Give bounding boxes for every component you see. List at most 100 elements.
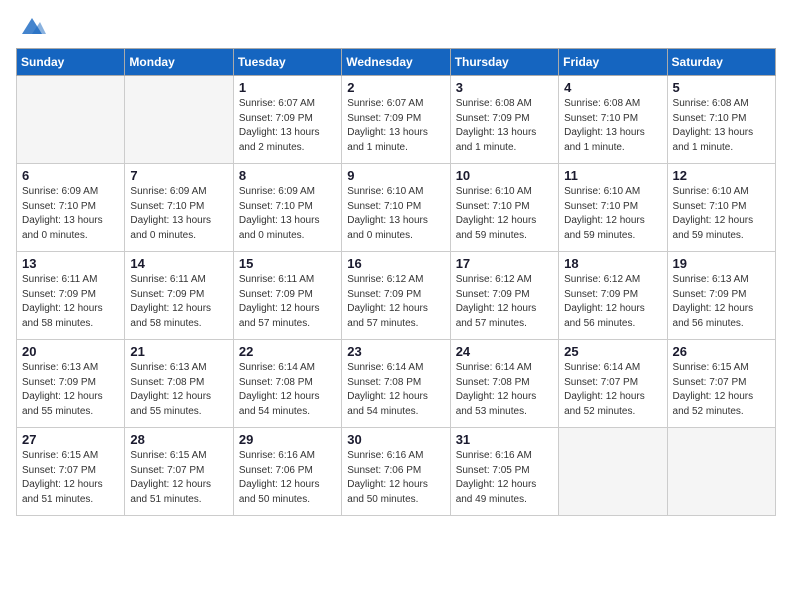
day-number: 3: [456, 80, 553, 95]
day-number: 15: [239, 256, 336, 271]
day-info: Sunrise: 6:08 AM Sunset: 7:09 PM Dayligh…: [456, 97, 553, 155]
day-info: Sunrise: 6:16 AM Sunset: 7:05 PM Dayligh…: [456, 449, 553, 507]
day-info: Sunrise: 6:15 AM Sunset: 7:07 PM Dayligh…: [22, 449, 119, 507]
day-number: 28: [130, 432, 227, 447]
day-info: Sunrise: 6:14 AM Sunset: 7:08 PM Dayligh…: [239, 361, 336, 419]
day-info: Sunrise: 6:14 AM Sunset: 7:08 PM Dayligh…: [347, 361, 444, 419]
day-number: 26: [673, 344, 770, 359]
calendar-cell: 20Sunrise: 6:13 AM Sunset: 7:09 PM Dayli…: [17, 340, 125, 428]
calendar-cell: 6 Sunrise: 6:09 AM Sunset: 7:10 PM Daylig…: [17, 164, 125, 252]
weekday-header-wednesday: Wednesday: [342, 49, 450, 76]
day-info: Sunrise: 6:11 AM Sunset: 7:09 PM Dayligh…: [22, 273, 119, 331]
calendar-cell: 28 Sunrise: 6:15 AM Sunset: 7:07 PM Dayli…: [125, 428, 233, 516]
calendar-cell: 13 Sunrise: 6:11 AM Sunset: 7:09 PM Dayli…: [17, 252, 125, 340]
day-info: Sunrise: 6:13 AM Sunset: 7:08 PM Dayligh…: [130, 361, 227, 419]
day-info: Sunrise: 6:08 AM Sunset: 7:10 PM Dayligh…: [673, 97, 770, 155]
calendar-cell: 29 Sunrise: 6:16 AM Sunset: 7:06 PM Dayli…: [233, 428, 341, 516]
calendar-cell: 25 Sunrise: 6:14 AM Sunset: 7:07 PM Dayli…: [559, 340, 667, 428]
day-number: 2: [347, 80, 444, 95]
day-number: 5: [673, 80, 770, 95]
day-number: 7: [130, 168, 227, 183]
day-info: Sunrise: 6:14 AM Sunset: 7:07 PM Dayligh…: [564, 361, 661, 419]
day-info: Sunrise: 6:11 AM Sunset: 7:09 PM Dayligh…: [239, 273, 336, 331]
day-number: 24: [456, 344, 553, 359]
weekday-header-monday: Monday: [125, 49, 233, 76]
day-info: Sunrise: 6:11 AM Sunset: 7:09 PM Dayligh…: [130, 273, 227, 331]
weekday-header-sunday: Sunday: [17, 49, 125, 76]
calendar-cell: 11 Sunrise: 6:10 AM Sunset: 7:10 PM Dayli…: [559, 164, 667, 252]
day-number: 11: [564, 168, 661, 183]
calendar-cell: 4 Sunrise: 6:08 AM Sunset: 7:10 PM Daylig…: [559, 76, 667, 164]
calendar-cell: 8 Sunrise: 6:09 AM Sunset: 7:10 PM Daylig…: [233, 164, 341, 252]
calendar-table: SundayMondayTuesdayWednesdayThursdayFrid…: [16, 48, 776, 516]
day-info: Sunrise: 6:15 AM Sunset: 7:07 PM Dayligh…: [130, 449, 227, 507]
calendar-cell: 19 Sunrise: 6:13 AM Sunset: 7:09 PM Dayli…: [667, 252, 775, 340]
day-number: 13: [22, 256, 119, 271]
calendar-cell: 12 Sunrise: 6:10 AM Sunset: 7:10 PM Dayli…: [667, 164, 775, 252]
page-header: [16, 16, 776, 36]
calendar-cell: 17 Sunrise: 6:12 AM Sunset: 7:09 PM Dayli…: [450, 252, 558, 340]
day-number: 29: [239, 432, 336, 447]
day-number: 9: [347, 168, 444, 183]
day-info: Sunrise: 6:12 AM Sunset: 7:09 PM Dayligh…: [347, 273, 444, 331]
day-info: Sunrise: 6:12 AM Sunset: 7:09 PM Dayligh…: [456, 273, 553, 331]
calendar-cell: 10 Sunrise: 6:10 AM Sunset: 7:10 PM Dayli…: [450, 164, 558, 252]
day-number: 23: [347, 344, 444, 359]
calendar-cell: 23 Sunrise: 6:14 AM Sunset: 7:08 PM Dayli…: [342, 340, 450, 428]
weekday-header-tuesday: Tuesday: [233, 49, 341, 76]
day-info: Sunrise: 6:12 AM Sunset: 7:09 PM Dayligh…: [564, 273, 661, 331]
day-number: 20: [22, 344, 119, 359]
weekday-header-friday: Friday: [559, 49, 667, 76]
calendar-cell: 7 Sunrise: 6:09 AM Sunset: 7:10 PM Daylig…: [125, 164, 233, 252]
day-number: 4: [564, 80, 661, 95]
calendar-cell: 1 Sunrise: 6:07 AM Sunset: 7:09 PM Daylig…: [233, 76, 341, 164]
calendar-cell: 5 Sunrise: 6:08 AM Sunset: 7:10 PM Daylig…: [667, 76, 775, 164]
calendar-cell: 27 Sunrise: 6:15 AM Sunset: 7:07 PM Dayli…: [17, 428, 125, 516]
calendar-cell: 15 Sunrise: 6:11 AM Sunset: 7:09 PM Dayli…: [233, 252, 341, 340]
day-info: Sunrise: 6:09 AM Sunset: 7:10 PM Dayligh…: [239, 185, 336, 243]
calendar-cell: 31Sunrise: 6:16 AM Sunset: 7:05 PM Dayli…: [450, 428, 558, 516]
day-number: 12: [673, 168, 770, 183]
calendar-cell: 3 Sunrise: 6:08 AM Sunset: 7:09 PM Daylig…: [450, 76, 558, 164]
calendar-cell: [559, 428, 667, 516]
calendar-cell: 2 Sunrise: 6:07 AM Sunset: 7:09 PM Daylig…: [342, 76, 450, 164]
day-number: 19: [673, 256, 770, 271]
day-number: 10: [456, 168, 553, 183]
calendar-cell: 16 Sunrise: 6:12 AM Sunset: 7:09 PM Dayli…: [342, 252, 450, 340]
day-info: Sunrise: 6:10 AM Sunset: 7:10 PM Dayligh…: [564, 185, 661, 243]
day-info: Sunrise: 6:10 AM Sunset: 7:10 PM Dayligh…: [673, 185, 770, 243]
day-number: 8: [239, 168, 336, 183]
calendar-cell: 26 Sunrise: 6:15 AM Sunset: 7:07 PM Dayli…: [667, 340, 775, 428]
day-info: Sunrise: 6:09 AM Sunset: 7:10 PM Dayligh…: [130, 185, 227, 243]
day-number: 30: [347, 432, 444, 447]
day-info: Sunrise: 6:14 AM Sunset: 7:08 PM Dayligh…: [456, 361, 553, 419]
day-number: 1: [239, 80, 336, 95]
day-info: Sunrise: 6:15 AM Sunset: 7:07 PM Dayligh…: [673, 361, 770, 419]
day-number: 14: [130, 256, 227, 271]
day-number: 25: [564, 344, 661, 359]
day-number: 18: [564, 256, 661, 271]
day-info: Sunrise: 6:16 AM Sunset: 7:06 PM Dayligh…: [347, 449, 444, 507]
calendar-cell: [667, 428, 775, 516]
day-number: 21: [130, 344, 227, 359]
weekday-header-thursday: Thursday: [450, 49, 558, 76]
day-info: Sunrise: 6:16 AM Sunset: 7:06 PM Dayligh…: [239, 449, 336, 507]
weekday-header-saturday: Saturday: [667, 49, 775, 76]
day-number: 17: [456, 256, 553, 271]
day-number: 16: [347, 256, 444, 271]
day-info: Sunrise: 6:07 AM Sunset: 7:09 PM Dayligh…: [347, 97, 444, 155]
calendar-cell: 18 Sunrise: 6:12 AM Sunset: 7:09 PM Dayli…: [559, 252, 667, 340]
day-number: 27: [22, 432, 119, 447]
day-info: Sunrise: 6:09 AM Sunset: 7:10 PM Dayligh…: [22, 185, 119, 243]
calendar-cell: [125, 76, 233, 164]
day-info: Sunrise: 6:13 AM Sunset: 7:09 PM Dayligh…: [673, 273, 770, 331]
day-number: 6: [22, 168, 119, 183]
day-info: Sunrise: 6:10 AM Sunset: 7:10 PM Dayligh…: [456, 185, 553, 243]
calendar-cell: 30 Sunrise: 6:16 AM Sunset: 7:06 PM Dayli…: [342, 428, 450, 516]
calendar-cell: 24 Sunrise: 6:14 AM Sunset: 7:08 PM Dayli…: [450, 340, 558, 428]
day-info: Sunrise: 6:08 AM Sunset: 7:10 PM Dayligh…: [564, 97, 661, 155]
logo-icon: [18, 16, 46, 36]
day-info: Sunrise: 6:07 AM Sunset: 7:09 PM Dayligh…: [239, 97, 336, 155]
calendar-cell: 14 Sunrise: 6:11 AM Sunset: 7:09 PM Dayli…: [125, 252, 233, 340]
calendar-cell: 22Sunrise: 6:14 AM Sunset: 7:08 PM Dayli…: [233, 340, 341, 428]
